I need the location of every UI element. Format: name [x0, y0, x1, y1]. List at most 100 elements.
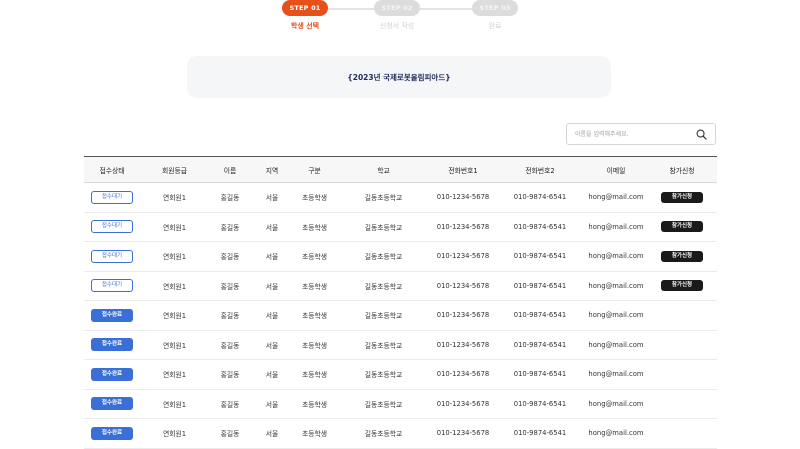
status-badge: 접수완료	[91, 426, 133, 440]
category-cell: 초등학생	[293, 389, 336, 419]
category-cell: 초등학생	[293, 271, 336, 301]
school-cell: 길동초등학교	[336, 389, 431, 419]
apply-button[interactable]: 참가신청	[661, 250, 703, 262]
email-cell: hong@mail.com	[585, 182, 647, 213]
category-cell: 초등학생	[293, 212, 336, 242]
phone1-cell: 010-1234-5678	[431, 418, 495, 449]
search-icon[interactable]	[696, 129, 707, 140]
column-header: 이름	[209, 156, 251, 183]
step-label: 완료	[488, 22, 502, 30]
member-grade-cell: 연회원1	[140, 330, 209, 360]
table-row: 접수완료 연회원1 홍길동 서울 초등학생 길동초등학교 010-1234-5678 010-…	[84, 418, 717, 449]
region-cell: 서울	[251, 271, 293, 301]
column-header: 전화번호1	[431, 156, 495, 183]
step-2: STEP 02 신청서 작성	[374, 0, 420, 31]
name-cell: 홍길동	[209, 359, 251, 390]
school-cell: 길동초등학교	[336, 330, 431, 360]
phone2-cell: 010-9874-6541	[495, 418, 585, 449]
school-cell: 길동초등학교	[336, 212, 431, 242]
status-badge: 접수완료	[91, 308, 133, 322]
apply-cell	[647, 330, 717, 360]
table-header-row: 접수상태 회원등급 이름 지역 구분 학교 전화번호1 전화번호2 이메일 참가…	[84, 156, 717, 183]
table-row: 접수대기 연회원1 홍길동 서울 초등학생 길동초등학교 010-1234-5678 010-…	[84, 241, 717, 272]
status-cell: 접수완료	[84, 389, 140, 419]
region-cell: 서울	[251, 389, 293, 419]
status-cell: 접수대기	[84, 182, 140, 213]
email-cell: hong@mail.com	[585, 271, 647, 301]
category-cell: 초등학생	[293, 300, 336, 331]
region-cell: 서울	[251, 241, 293, 272]
region-cell: 서울	[251, 418, 293, 449]
email-cell: hong@mail.com	[585, 330, 647, 360]
phone1-cell: 010-1234-5678	[431, 359, 495, 390]
name-cell: 홍길동	[209, 271, 251, 301]
phone2-cell: 010-9874-6541	[495, 241, 585, 272]
member-grade-cell: 연회원1	[140, 389, 209, 419]
apply-cell	[647, 300, 717, 331]
apply-cell	[647, 389, 717, 419]
event-title-box: {2023년 국제로봇올림피아드}	[187, 56, 611, 98]
name-cell: 홍길동	[209, 212, 251, 242]
email-cell: hong@mail.com	[585, 241, 647, 272]
category-cell: 초등학생	[293, 418, 336, 449]
phone2-cell: 010-9874-6541	[495, 182, 585, 213]
status-badge: 접수대기	[91, 279, 133, 293]
status-badge: 접수대기	[91, 190, 133, 204]
phone2-cell: 010-9874-6541	[495, 330, 585, 360]
school-cell: 길동초등학교	[336, 300, 431, 331]
school-cell: 길동초등학교	[336, 182, 431, 213]
column-header: 접수상태	[84, 156, 140, 183]
member-grade-cell: 연회원1	[140, 418, 209, 449]
name-cell: 홍길동	[209, 182, 251, 213]
apply-cell: 참가신청	[647, 182, 717, 213]
category-cell: 초등학생	[293, 182, 336, 213]
apply-button[interactable]: 참가신청	[661, 280, 703, 292]
member-grade-cell: 연회원1	[140, 300, 209, 331]
step-label: 신청서 작성	[379, 22, 415, 30]
category-cell: 초등학생	[293, 359, 336, 390]
email-cell: hong@mail.com	[585, 418, 647, 449]
column-header: 참가신청	[647, 156, 717, 183]
apply-cell: 참가신청	[647, 271, 717, 301]
phone2-cell: 010-9874-6541	[495, 359, 585, 390]
region-cell: 서울	[251, 359, 293, 390]
apply-button[interactable]: 참가신청	[661, 191, 703, 203]
member-grade-cell: 연회원1	[140, 212, 209, 242]
apply-button[interactable]: 참가신청	[661, 221, 703, 233]
column-header: 학교	[336, 156, 431, 183]
name-cell: 홍길동	[209, 330, 251, 360]
school-cell: 길동초등학교	[336, 271, 431, 301]
region-cell: 서울	[251, 182, 293, 213]
column-header: 지역	[251, 156, 293, 183]
apply-cell: 참가신청	[647, 212, 717, 242]
name-cell: 홍길동	[209, 389, 251, 419]
phone1-cell: 010-1234-5678	[431, 241, 495, 272]
category-cell: 초등학생	[293, 330, 336, 360]
apply-cell	[647, 359, 717, 390]
apply-cell	[647, 418, 717, 449]
status-cell: 접수완료	[84, 300, 140, 331]
name-cell: 홍길동	[209, 241, 251, 272]
member-grade-cell: 연회원1	[140, 241, 209, 272]
phone2-cell: 010-9874-6541	[495, 300, 585, 331]
member-grade-cell: 연회원1	[140, 182, 209, 213]
step-3: STEP 03 완료	[472, 0, 518, 31]
region-cell: 서울	[251, 300, 293, 331]
status-badge: 접수대기	[91, 220, 133, 234]
email-cell: hong@mail.com	[585, 359, 647, 390]
status-cell: 접수완료	[84, 418, 140, 449]
school-cell: 길동초등학교	[336, 241, 431, 272]
status-badge: 접수대기	[91, 249, 133, 263]
stepper-connector	[328, 8, 378, 10]
step-1: STEP 01 학생 선택	[282, 0, 328, 31]
table-row: 접수완료 연회원1 홍길동 서울 초등학생 길동초등학교 010-1234-5678 010-…	[84, 389, 717, 419]
phone2-cell: 010-9874-6541	[495, 389, 585, 419]
phone1-cell: 010-1234-5678	[431, 389, 495, 419]
search-input[interactable]	[575, 128, 687, 141]
apply-cell: 참가신청	[647, 241, 717, 272]
category-cell: 초등학생	[293, 241, 336, 272]
phone1-cell: 010-1234-5678	[431, 182, 495, 213]
phone2-cell: 010-9874-6541	[495, 271, 585, 301]
school-cell: 길동초등학교	[336, 418, 431, 449]
column-header: 구분	[293, 156, 336, 183]
